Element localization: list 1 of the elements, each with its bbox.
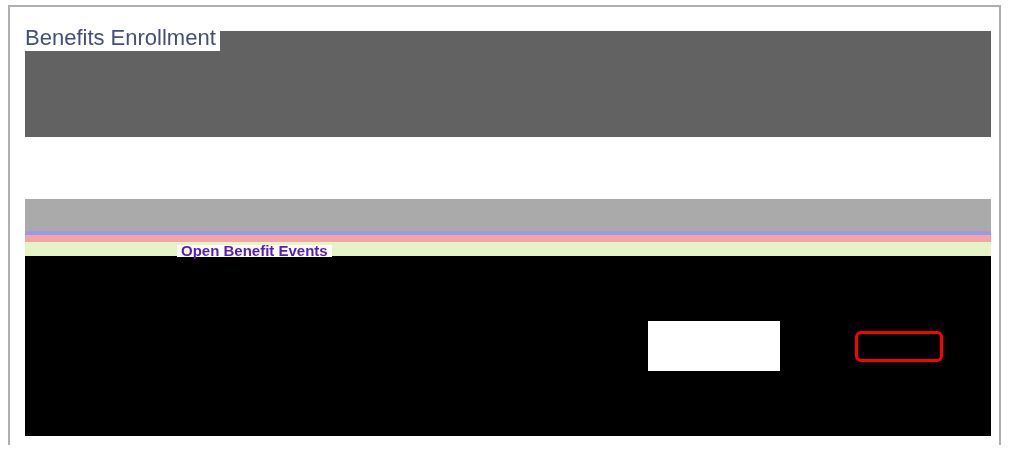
section-heading: Open Benefit Events [177, 245, 332, 257]
